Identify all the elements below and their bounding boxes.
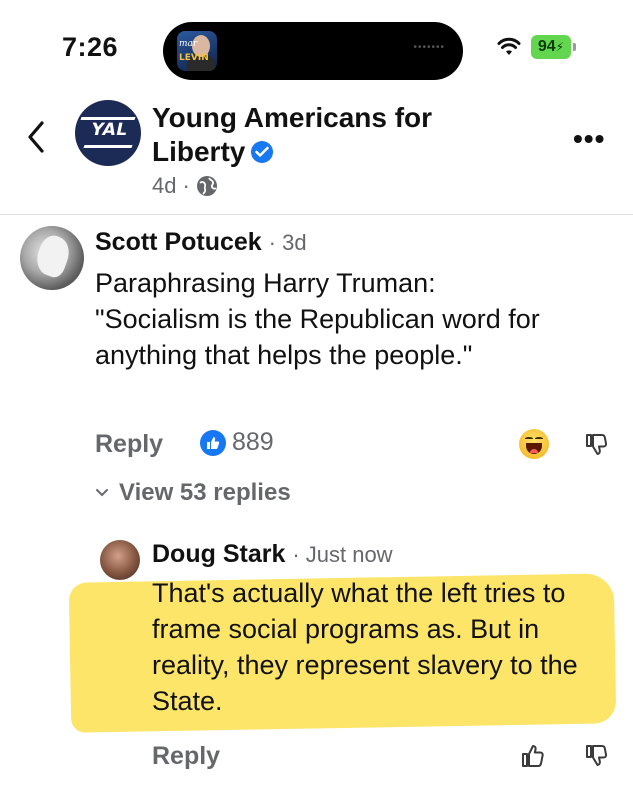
- audio-waveform-icon: •••••••: [413, 42, 445, 53]
- comment-author[interactable]: Doug Stark · Just now: [152, 540, 393, 569]
- comment-author[interactable]: Scott Potucek · 3d: [95, 228, 307, 257]
- charging-bolt-icon: ⚡: [555, 40, 565, 54]
- page-name-text[interactable]: Young Americans for Liberty: [152, 102, 432, 167]
- post-age[interactable]: 4d: [152, 173, 176, 199]
- avatar-logo-text: YAL: [89, 120, 130, 140]
- comment-author-name[interactable]: Doug Stark: [152, 540, 285, 568]
- avatar-logo-stripe: [83, 145, 133, 148]
- reaction-count: 889: [232, 428, 274, 456]
- reaction-summary[interactable]: 889: [200, 428, 274, 457]
- verified-badge-icon: [251, 141, 274, 163]
- thumbnail-text-top: mar: [179, 39, 198, 49]
- back-chevron-icon[interactable]: [22, 117, 52, 157]
- dynamic-island[interactable]: mar LEVIN •••••••: [163, 22, 463, 80]
- view-replies-label[interactable]: View 53 replies: [119, 479, 291, 507]
- post-meta: 4d ·: [152, 173, 218, 199]
- comment-text: Paraphrasing Harry Truman: "Socialism is…: [95, 265, 605, 373]
- page-avatar[interactable]: YAL: [75, 100, 141, 166]
- chevron-down-icon: [96, 489, 108, 497]
- post-header: YAL Young Americans for Liberty 4d · •••: [0, 95, 633, 215]
- reply-button[interactable]: Reply: [95, 430, 163, 459]
- emoji-eye: [535, 437, 543, 440]
- commenter-avatar[interactable]: [20, 226, 84, 290]
- more-options-icon[interactable]: •••: [573, 123, 605, 155]
- status-bar: 7:26 mar LEVIN ••••••• 94⚡: [0, 0, 633, 90]
- comment-time: · Just now: [292, 542, 393, 567]
- meta-separator: ·: [182, 173, 190, 198]
- page-name[interactable]: Young Americans for Liberty: [152, 101, 482, 169]
- comment-author-name[interactable]: Scott Potucek: [95, 228, 262, 256]
- comment-body: Paraphrasing Harry Truman: "Socialism is…: [95, 268, 540, 370]
- commenter-avatar[interactable]: [100, 540, 140, 580]
- avatar-photo-detail: [32, 232, 74, 280]
- emoji-eye: [525, 437, 533, 440]
- thumbnail-text-bottom: LEVIN: [179, 53, 209, 63]
- dislike-icon[interactable]: [583, 431, 609, 457]
- now-playing-thumbnail[interactable]: mar LEVIN: [177, 31, 217, 71]
- like-icon[interactable]: [519, 742, 547, 770]
- dislike-icon[interactable]: [583, 742, 609, 768]
- wifi-icon: [497, 37, 521, 55]
- status-time: 7:26: [62, 32, 119, 62]
- comment-body: That's actually what the left tries to f…: [152, 578, 578, 716]
- battery-indicator: 94⚡: [531, 35, 576, 59]
- globe-icon: [196, 176, 217, 196]
- comment-time: · 3d: [268, 230, 307, 255]
- like-reaction-icon: [200, 429, 226, 456]
- reply-button[interactable]: Reply: [152, 742, 220, 771]
- comment-text: That's actually what the left tries to f…: [152, 575, 622, 719]
- emoji-tongue: [530, 449, 538, 453]
- battery-level: 94: [537, 38, 556, 55]
- view-replies-link[interactable]: View 53 replies: [95, 479, 291, 507]
- haha-reaction-icon[interactable]: [519, 429, 549, 459]
